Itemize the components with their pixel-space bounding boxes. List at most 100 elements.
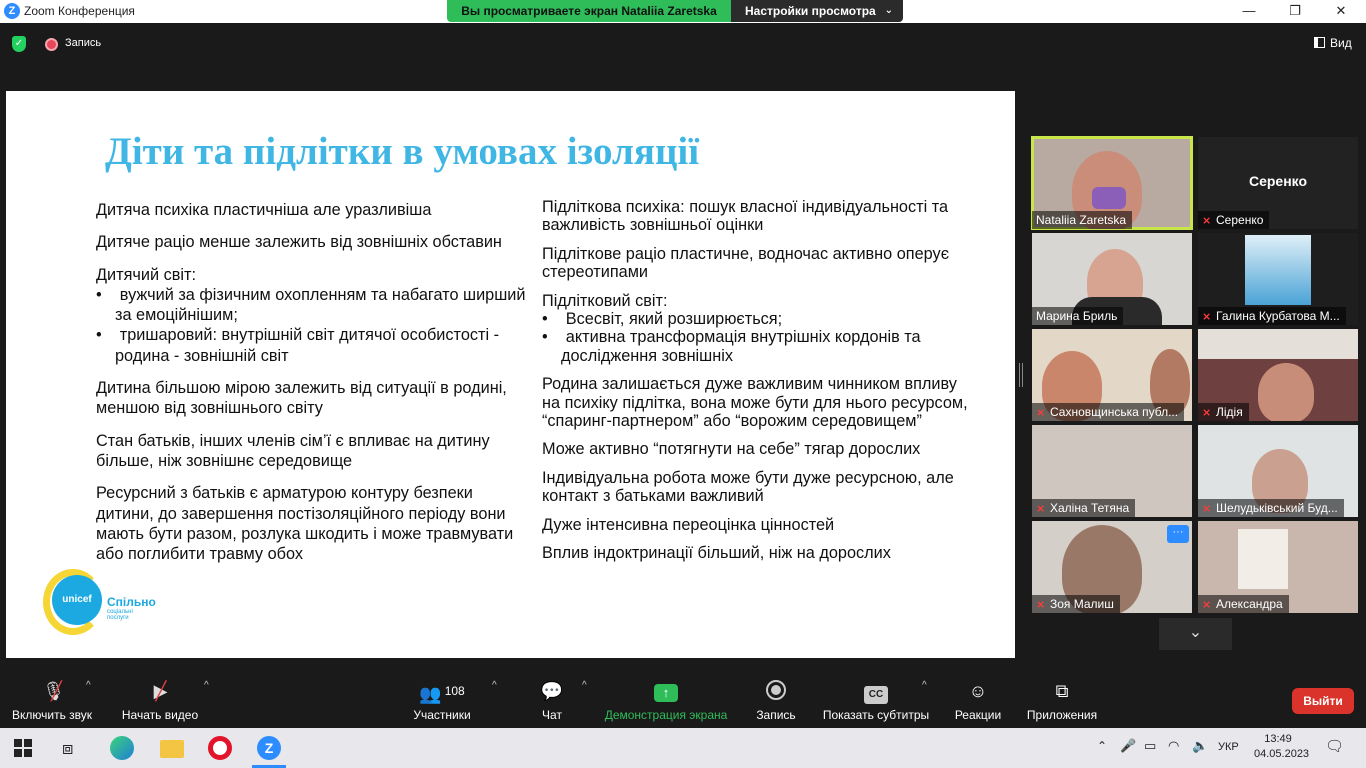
record-icon — [45, 38, 58, 51]
gallery-next-button[interactable]: ⌄ — [1159, 618, 1232, 650]
captions-label: Показать субтитры — [822, 708, 930, 722]
participants-button[interactable]: 👥 108 Участники — [410, 668, 474, 728]
participant-name-tag: ⨯ Халіна Тетяна — [1032, 499, 1136, 517]
file-explorer-icon[interactable] — [160, 740, 184, 758]
unicef-logo: unicef Спільно соціальні послуги — [43, 569, 156, 639]
participant-tile[interactable]: Серенко ⨯ Серенко — [1198, 137, 1358, 229]
start-video-label: Начать видео — [121, 708, 199, 722]
slide-text: Дитячий світ: • вужчий за фізичним охопл… — [96, 265, 526, 366]
slide-subheading: Дитячий світ: — [96, 265, 196, 284]
audio-options-caret[interactable]: ^ — [86, 680, 91, 691]
participant-name: Галина Курбатова М... — [1216, 309, 1340, 323]
captions-options-caret[interactable]: ^ — [922, 680, 927, 691]
chat-options-caret[interactable]: ^ — [582, 680, 587, 691]
share-screen-button[interactable]: ↑ Демонстрация экрана — [602, 668, 730, 728]
participant-display-name: Серенко — [1248, 173, 1308, 189]
view-label: Вид — [1330, 36, 1352, 50]
tray-chevron-icon[interactable]: ⌃ — [1097, 739, 1107, 753]
partner-logo-subtext: соціальні послуги — [107, 609, 133, 621]
chevron-down-icon: ⌄ — [1188, 624, 1203, 641]
volume-icon[interactable]: 🔈 — [1192, 738, 1208, 754]
participant-tile[interactable]: ⨯ Халіна Тетяна — [1032, 425, 1192, 517]
minimize-button[interactable]: — — [1226, 0, 1272, 23]
participant-tile[interactable]: ⨯ Сахновщинська публ... — [1032, 329, 1192, 421]
participant-name-tag: ⨯ Шелудьківський Буд... — [1198, 499, 1344, 517]
participants-icon: 👥 108 — [419, 684, 465, 704]
record-label: Запись — [756, 708, 796, 722]
slide-text: Підліткова психіка: пошук власної індиві… — [542, 198, 949, 235]
mic-muted-icon: ⨯ — [1202, 407, 1212, 419]
meeting-toolbar: 🎙╱ Включить звук ^ ▶╱ Начать видео ^ 👥 10… — [0, 668, 1366, 728]
slide-text: Підліткове раціо пластичне, водночас акт… — [542, 244, 949, 282]
apps-label: Приложения — [1026, 708, 1098, 722]
slide-left-column: Дитяча психіка пластичніша але уразливіш… — [96, 200, 526, 576]
opera-browser-icon[interactable] — [208, 736, 232, 760]
participant-tile[interactable]: ··· ⨯ Зоя Малиш — [1032, 521, 1192, 613]
participant-name: Зоя Малиш — [1050, 597, 1114, 611]
slide-bullet: • вужчий за фізичним охопленням та набаг… — [96, 285, 526, 325]
participant-video — [1258, 363, 1314, 421]
clock-date: 04.05.2023 — [1254, 748, 1310, 760]
participant-tile[interactable]: Марина Бриль — [1032, 233, 1192, 325]
participant-video — [1245, 235, 1311, 305]
record-button[interactable]: Запись — [746, 668, 806, 728]
task-view-icon[interactable]: ⧈ — [62, 736, 86, 760]
apps-button[interactable]: ⧉ Приложения — [1020, 668, 1104, 728]
chat-label: Чат — [542, 708, 562, 722]
participant-tile[interactable]: ⨯ Галина Курбатова М... — [1198, 233, 1358, 325]
gallery-resize-handle[interactable] — [1019, 363, 1023, 387]
chat-button[interactable]: 💬 Чат — [530, 668, 574, 728]
meeting-topbar: ✓ Запись Вид — [0, 23, 1366, 63]
keyboard-language[interactable]: УКР — [1218, 741, 1239, 753]
wifi-icon[interactable]: ◠ — [1168, 738, 1179, 754]
windows-start-icon[interactable] — [14, 739, 32, 757]
slide-bullet-text: Всесвіт, який розширюється; — [565, 310, 783, 329]
participant-name: Халіна Тетяна — [1050, 501, 1130, 515]
participant-video — [1092, 187, 1126, 209]
slide-bullet: • активна трансформація внутрішніх кордо… — [542, 328, 921, 365]
video-options-caret[interactable]: ^ — [204, 680, 209, 691]
battery-icon[interactable]: ▭ — [1144, 738, 1156, 754]
slide-bullet-text: активна трансформація внутрішніх кордоні… — [561, 328, 921, 365]
microphone-icon[interactable]: 🎤 — [1120, 738, 1136, 754]
mic-muted-icon: ⨯ — [1202, 311, 1212, 323]
edge-browser-icon[interactable] — [110, 736, 134, 760]
slide-text: Індивідуальна робота може бути дуже ресу… — [542, 468, 954, 506]
reactions-button[interactable]: ☺ Реакции — [948, 668, 1008, 728]
slide-text: Дитяча психіка пластичніша але уразливіш… — [96, 201, 432, 219]
windows-taskbar: ⧈ Z ⌃ 🎤 ▭ ◠ 🔈 УКР 13:49 04.05.2023 🗨 — [0, 728, 1366, 768]
slide-bullet-text: тришаровий: внутрішній світ дитячої особ… — [115, 326, 500, 365]
participant-name: Nataliia Zaretska — [1032, 211, 1133, 229]
slide-text: Дитина більшою мірою залежить від ситуац… — [96, 379, 507, 418]
shield-icon[interactable]: ✓ — [12, 36, 26, 52]
participant-tile[interactable]: ⨯ Лідія — [1198, 329, 1358, 421]
chevron-down-icon: ⌄ — [884, 5, 893, 16]
participant-tile[interactable]: ⨯ Шелудьківський Буд... — [1198, 425, 1358, 517]
participant-tile[interactable]: ⨯ Александра — [1198, 521, 1358, 613]
mic-muted-icon: ⨯ — [1202, 503, 1212, 515]
participant-tile[interactable]: Nataliia Zaretska — [1031, 136, 1193, 230]
more-options-icon[interactable]: ··· — [1167, 525, 1189, 543]
captions-button[interactable]: CC Показать субтитры — [820, 668, 932, 728]
unmute-button[interactable]: 🎙╱ Включить звук — [8, 668, 96, 728]
close-button[interactable]: ✕ — [1318, 0, 1364, 23]
view-options-button[interactable]: Настройки просмотра ⌄ — [731, 0, 903, 22]
window-title: Zoom Конференция — [24, 4, 135, 18]
participants-count: 108 — [444, 684, 465, 698]
reactions-label: Реакции — [954, 708, 1002, 722]
slide-text: Дуже інтенсивна переоцінка цінностей — [542, 515, 835, 534]
zoom-app-icon[interactable]: Z — [257, 736, 281, 760]
mic-muted-icon: ⨯ — [1036, 503, 1046, 515]
unicef-logo-text: unicef — [52, 575, 102, 625]
maximize-button[interactable]: ❐ — [1272, 0, 1318, 23]
participant-name: Серенко — [1216, 213, 1264, 227]
start-video-button[interactable]: ▶╱ Начать видео — [118, 668, 202, 728]
participants-options-caret[interactable]: ^ — [492, 680, 497, 691]
view-button[interactable]: Вид — [1314, 36, 1352, 50]
notifications-icon[interactable]: 🗨 — [1325, 737, 1344, 755]
taskbar-clock[interactable]: 13:49 04.05.2023 — [1254, 732, 1310, 762]
participants-label: Участники — [413, 708, 471, 722]
video-off-icon: ▶╱ — [153, 681, 168, 701]
chat-icon: 💬 — [540, 681, 564, 701]
leave-button[interactable]: Выйти — [1292, 688, 1354, 714]
